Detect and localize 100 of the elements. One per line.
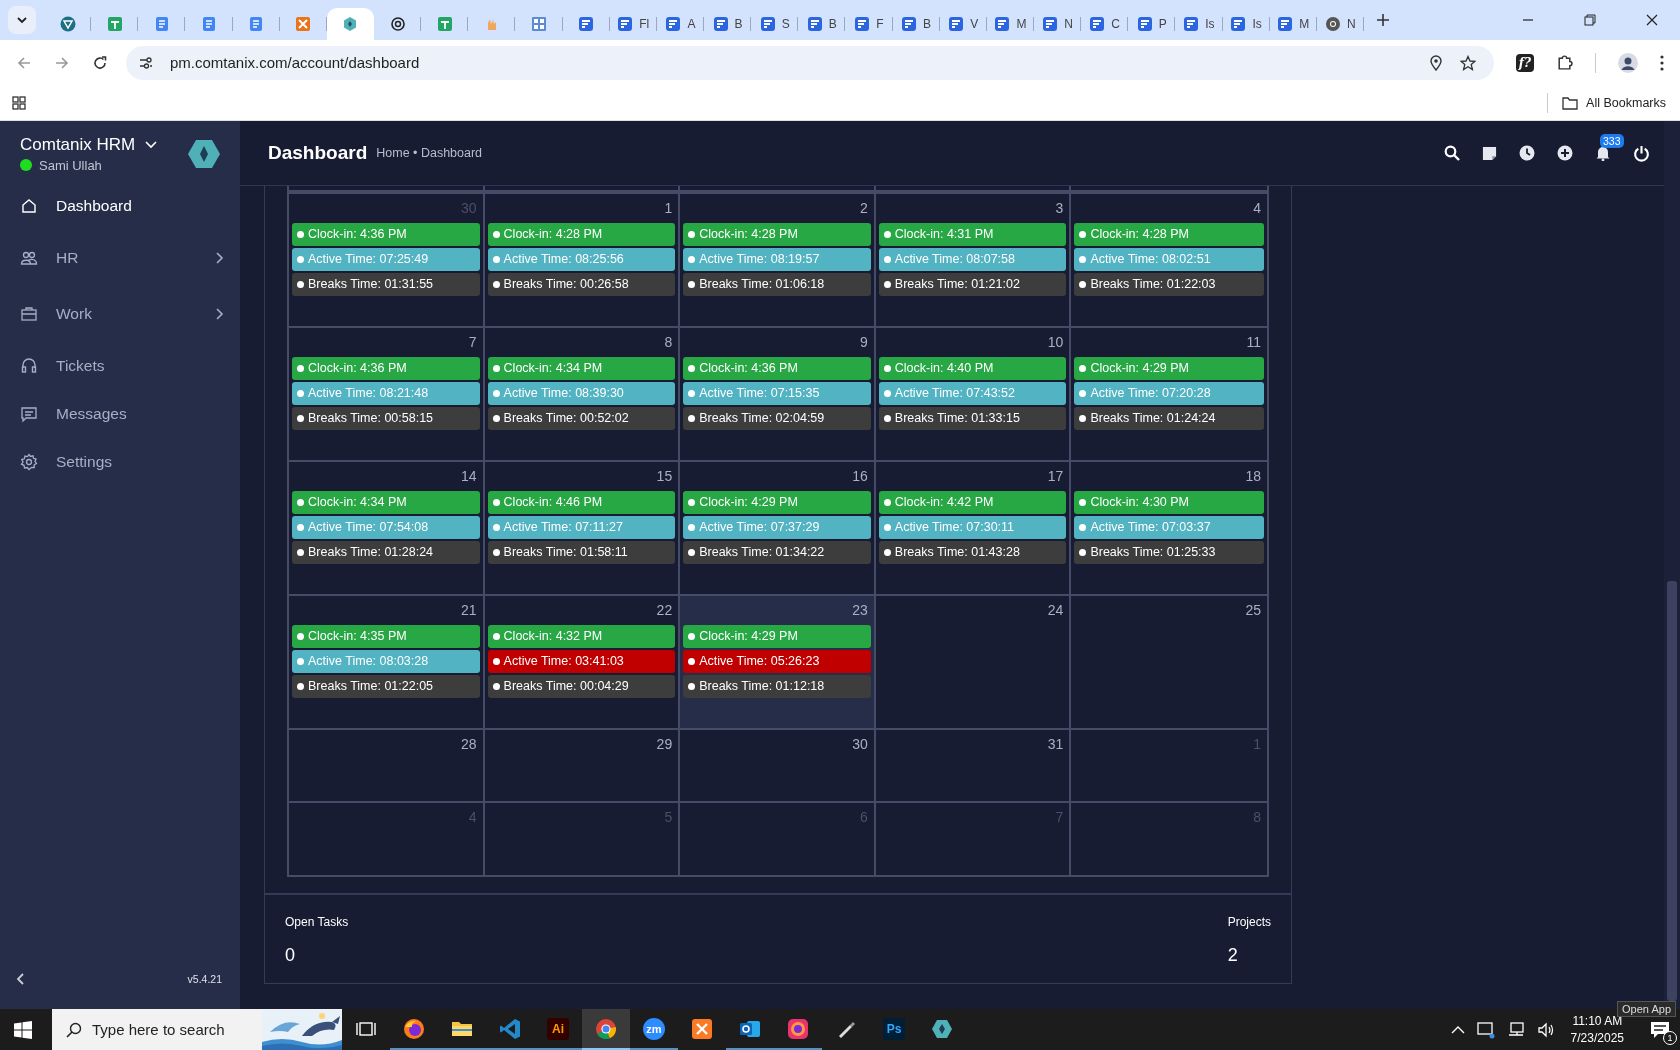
sidebar-item[interactable]: Dashboard <box>0 182 240 230</box>
screen-icon[interactable] <box>1476 1020 1495 1039</box>
calendar-day[interactable]: 16 Clock-in: 4:29 PM Active Time: 07:37:29 Breaks Time: 01:34:22 <box>680 462 876 594</box>
calendar-event[interactable]: Breaks Time: 00:58:15 <box>292 407 480 430</box>
calendar-event[interactable]: Active Time: 05:26:23 <box>683 650 871 673</box>
browser-tab[interactable]: M <box>986 8 1034 40</box>
calendar-event[interactable]: Breaks Time: 01:34:22 <box>683 541 871 564</box>
add-icon[interactable] <box>1557 145 1573 161</box>
calendar-event[interactable]: Breaks Time: 00:26:58 <box>487 273 676 296</box>
calendar-event[interactable]: Breaks Time: 01:31:55 <box>292 273 480 296</box>
calendar-event[interactable]: Breaks Time: 01:25:33 <box>1074 541 1264 564</box>
clock-icon[interactable] <box>1519 145 1535 161</box>
calendar-day[interactable]: 25 <box>1071 596 1267 728</box>
calendar-event[interactable]: Breaks Time: 01:58:11 <box>487 541 676 564</box>
browser-tab[interactable]: F <box>845 8 893 40</box>
sidebar-item[interactable]: Work <box>0 286 240 342</box>
calendar-event[interactable]: Breaks Time: 01:21:02 <box>878 273 1067 296</box>
bookmark-star-icon[interactable] <box>1459 54 1476 71</box>
calendar-event[interactable]: Breaks Time: 02:04:59 <box>683 407 871 430</box>
reload-icon[interactable] <box>92 54 108 71</box>
calendar-day[interactable]: 4 Clock-in: 4:28 PM Active Time: 08:02:51 Breaks Time: 01:22:03 <box>1071 194 1267 326</box>
puzzle-icon[interactable] <box>1556 54 1573 71</box>
calendar-event[interactable]: Breaks Time: 00:52:02 <box>487 407 676 430</box>
browser-tab[interactable]: Fl <box>609 8 657 40</box>
calendar-day[interactable]: 1 Clock-in: 4:28 PM Active Time: 08:25:56 Breaks Time: 00:26:58 <box>484 194 681 326</box>
calendar-day[interactable]: 7 Clock-in: 4:36 PM Active Time: 08:21:48 Breaks Time: 00:58:15 <box>289 328 485 460</box>
location-icon[interactable] <box>1427 54 1444 71</box>
windows-start-icon[interactable] <box>14 1020 32 1039</box>
taskbar-app[interactable]: Ps <box>870 1009 918 1050</box>
browser-tab[interactable]: B <box>892 8 940 40</box>
browser-tab[interactable]: C <box>1081 8 1129 40</box>
calendar-event[interactable]: Breaks Time: 01:12:18 <box>683 675 871 698</box>
calendar-day[interactable]: 11 Clock-in: 4:29 PM Active Time: 07:20:28 Breaks Time: 01:24:24 <box>1071 328 1267 460</box>
taskbar-app[interactable] <box>582 1009 630 1050</box>
menu-icon[interactable] <box>1660 54 1664 71</box>
browser-tab[interactable]: B <box>798 8 846 40</box>
calendar-day[interactable]: 23 Clock-in: 4:29 PM Active Time: 05:26:23 Breaks Time: 01:12:18 <box>680 596 876 728</box>
browser-tab[interactable]: N <box>1316 8 1364 40</box>
calendar-event[interactable]: Breaks Time: 01:22:05 <box>292 675 480 698</box>
scrollbar-thumb[interactable] <box>1667 581 1677 1001</box>
calendar-day[interactable]: 18 Clock-in: 4:30 PM Active Time: 07:03:37 Breaks Time: 01:25:33 <box>1071 462 1267 594</box>
collapse-icon[interactable] <box>16 973 24 985</box>
avatar-icon[interactable] <box>1618 52 1638 73</box>
forward-icon[interactable] <box>54 54 70 71</box>
notifications-icon[interactable] <box>1650 1020 1670 1039</box>
calendar-event[interactable]: Breaks Time: 00:04:29 <box>487 675 676 698</box>
restore-icon[interactable] <box>1584 14 1596 26</box>
all-bookmarks-button[interactable]: All Bookmarks <box>1562 95 1666 110</box>
network-icon[interactable] <box>1506 1020 1525 1039</box>
calendar-event[interactable]: Breaks Time: 01:24:24 <box>1074 407 1264 430</box>
browser-tab[interactable]: Is <box>1222 8 1270 40</box>
clock-date[interactable]: 7/23/2025 <box>1570 1031 1624 1045</box>
sidebar-item[interactable]: Messages <box>0 390 240 438</box>
browser-tab[interactable]: P <box>1128 8 1176 40</box>
calendar-day[interactable]: 9 Clock-in: 4:36 PM Active Time: 07:15:35 Breaks Time: 02:04:59 <box>680 328 876 460</box>
browser-tab[interactable]: A <box>656 8 704 40</box>
extension-button[interactable]: f? <box>1515 53 1534 72</box>
site-info-icon[interactable] <box>138 54 154 71</box>
calendar-day[interactable]: 22 Clock-in: 4:32 PM Active Time: 03:41:03 Breaks Time: 00:04:29 <box>484 596 681 728</box>
calendar-day[interactable]: 8 Clock-in: 4:34 PM Active Time: 08:39:30 Breaks Time: 00:52:02 <box>484 328 681 460</box>
power-icon[interactable] <box>1633 144 1650 162</box>
search-icon[interactable] <box>1444 145 1460 161</box>
apps-grid-icon[interactable] <box>12 95 26 110</box>
browser-tab[interactable]: M <box>1269 8 1317 40</box>
calendar-day[interactable]: 14 Clock-in: 4:34 PM Active Time: 07:54:08 Breaks Time: 01:28:24 <box>289 462 485 594</box>
calendar-day[interactable]: 15 Clock-in: 4:46 PM Active Time: 07:11:27 Breaks Time: 01:58:11 <box>484 462 681 594</box>
chevron-up-icon[interactable] <box>1450 1024 1465 1035</box>
browser-tab[interactable]: Is <box>1175 8 1223 40</box>
calendar-day[interactable]: 10 Clock-in: 4:40 PM Active Time: 07:43:52 Breaks Time: 01:33:15 <box>875 328 1072 460</box>
calendar-day[interactable]: 2 Clock-in: 4:28 PM Active Time: 08:19:57 Breaks Time: 01:06:18 <box>680 194 876 326</box>
browser-tab[interactable]: N <box>1033 8 1082 40</box>
calendar-event[interactable]: Breaks Time: 01:06:18 <box>683 273 871 296</box>
tab-search-button[interactable] <box>8 6 36 34</box>
back-icon[interactable] <box>16 54 32 71</box>
calendar-event[interactable]: Active Time: 03:41:03 <box>487 650 676 673</box>
sidebar-item[interactable]: Settings <box>0 438 240 486</box>
calendar-event[interactable]: Breaks Time: 01:22:03 <box>1074 273 1264 296</box>
calendar-day[interactable]: 29 <box>484 730 681 801</box>
address-field[interactable]: pm.comtanix.com/account/dashboard <box>126 45 1494 80</box>
browser-tab[interactable]: V <box>939 8 987 40</box>
calendar-day[interactable]: 31 <box>875 730 1072 801</box>
calendar-day[interactable]: 3 Clock-in: 4:31 PM Active Time: 08:07:58 Breaks Time: 01:21:02 <box>875 194 1072 326</box>
calendar-day[interactable]: 24 <box>875 596 1072 728</box>
calendar-event[interactable]: Breaks Time: 01:43:28 <box>878 541 1067 564</box>
clock-time[interactable]: 11:10 AM <box>1572 1014 1623 1028</box>
sidebar-item[interactable]: HR <box>0 230 240 286</box>
browser-tab[interactable]: B <box>703 8 752 40</box>
note-icon[interactable] <box>1482 145 1497 161</box>
calendar-event[interactable]: Breaks Time: 01:33:15 <box>878 407 1067 430</box>
sidebar-item[interactable]: Tickets <box>0 342 240 390</box>
taskbar-search-field[interactable]: Type here to search <box>52 1009 342 1050</box>
bell-icon[interactable] <box>1595 145 1611 161</box>
calendar-day[interactable]: 28 <box>289 730 485 801</box>
calendar-event[interactable]: Breaks Time: 01:28:24 <box>292 541 480 564</box>
calendar-day[interactable]: 17 Clock-in: 4:42 PM Active Time: 07:30:11 Breaks Time: 01:43:28 <box>875 462 1072 594</box>
browser-tab[interactable]: S <box>751 8 799 40</box>
volume-icon[interactable] <box>1536 1020 1555 1039</box>
chevron-down-icon[interactable] <box>145 140 158 149</box>
close-icon[interactable] <box>1646 14 1658 26</box>
calendar-day[interactable]: 30 <box>680 730 876 801</box>
